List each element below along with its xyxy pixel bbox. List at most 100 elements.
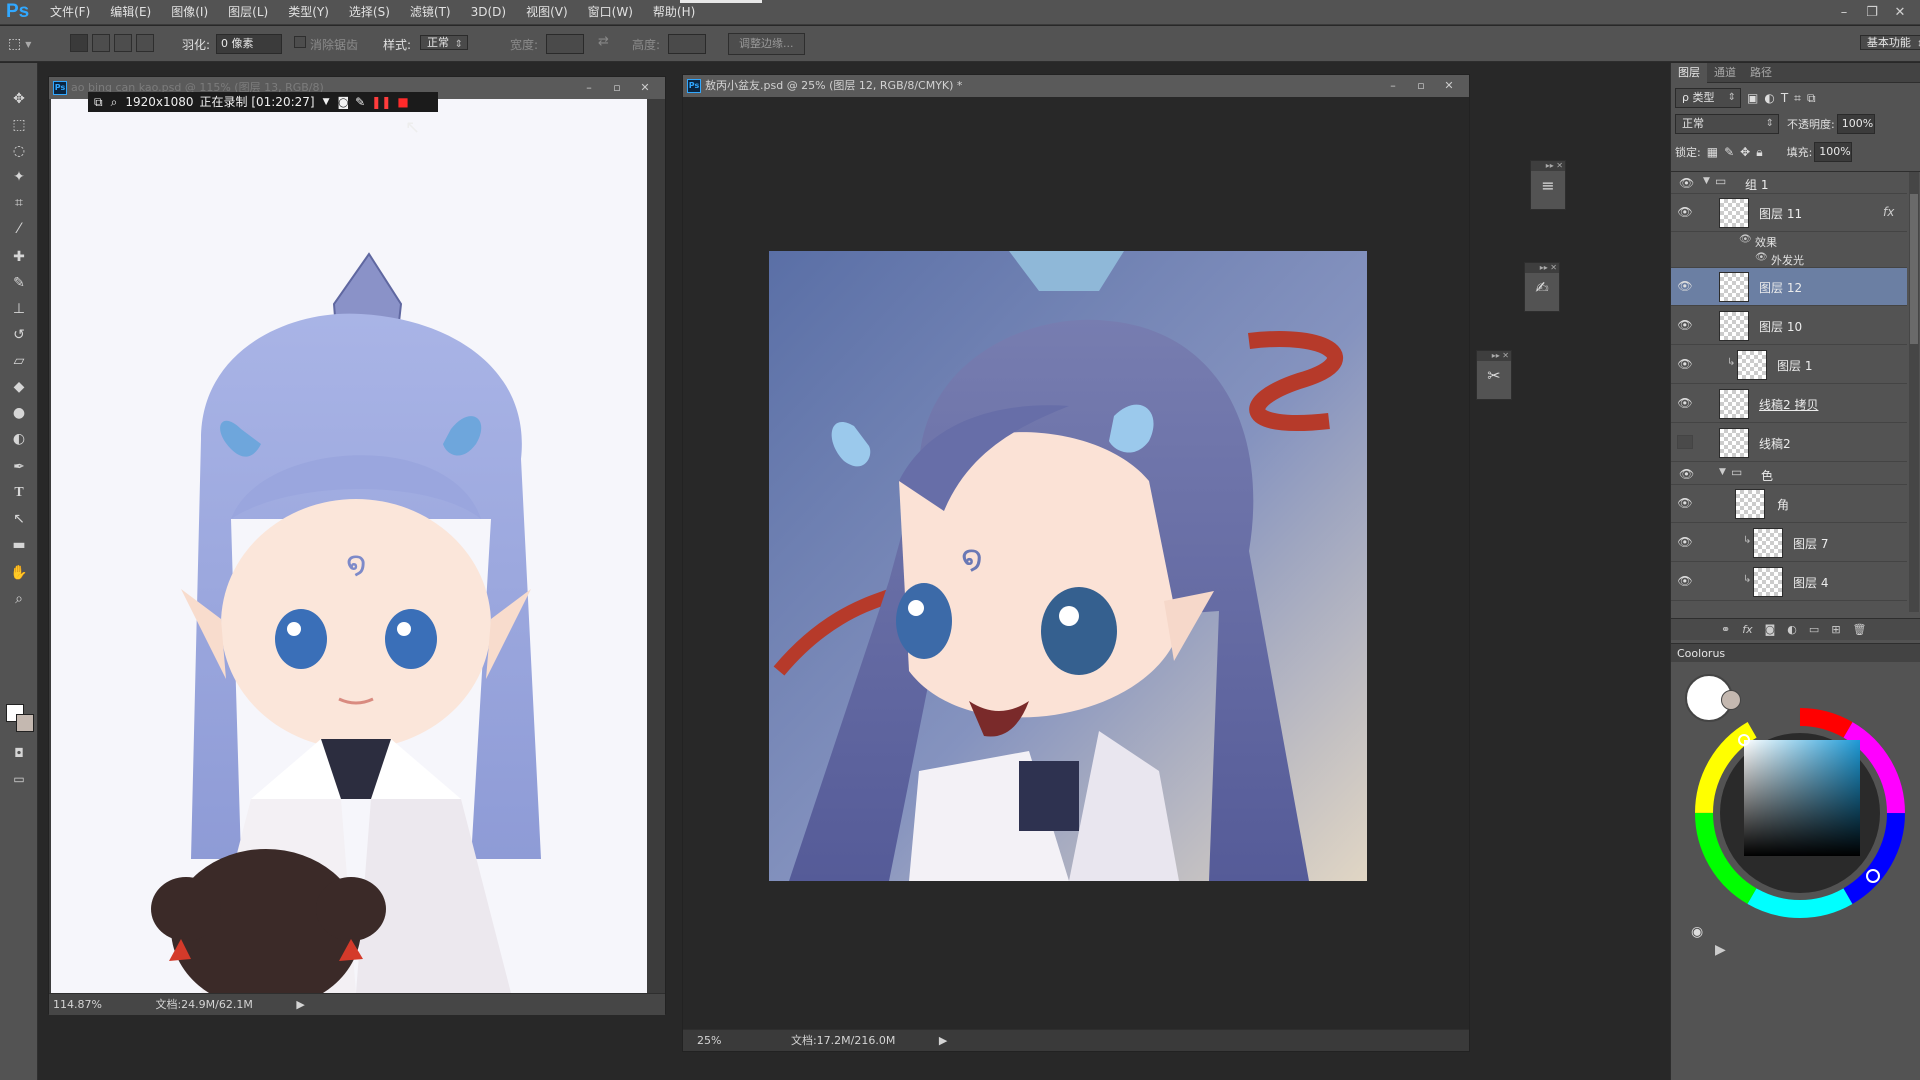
- style-select[interactable]: 正常: [420, 35, 468, 50]
- height-input[interactable]: [668, 34, 706, 54]
- swap-dimensions-icon[interactable]: ⇄: [598, 34, 609, 49]
- menu-window[interactable]: 窗口(W): [578, 0, 643, 25]
- zoom-readout-right[interactable]: 25%: [697, 1034, 721, 1047]
- new-group-icon[interactable]: ▭: [1809, 623, 1819, 636]
- type-icon[interactable]: T: [6, 481, 32, 505]
- history-brush-icon[interactable]: ↺: [6, 323, 32, 347]
- menu-filter[interactable]: 滤镜(T): [400, 0, 461, 25]
- layer-horn[interactable]: 👁︎ 角: [1671, 485, 1907, 523]
- layer-effects-row[interactable]: 👁︎ 效果: [1671, 232, 1907, 250]
- intersect-selection-icon[interactable]: [136, 34, 154, 52]
- add-selection-icon[interactable]: [92, 34, 110, 52]
- dodge-icon[interactable]: ◐: [6, 427, 32, 451]
- doc-close-icon[interactable]: ✕: [631, 77, 659, 99]
- layer-11[interactable]: 👁︎ 图层 11 fx: [1671, 194, 1907, 232]
- eye-icon[interactable]: 👁︎: [1679, 176, 1694, 190]
- recorder-dropdown-icon[interactable]: ▼: [323, 92, 330, 112]
- chevron-down-icon[interactable]: ▼: [1719, 467, 1726, 477]
- new-selection-icon[interactable]: [70, 34, 88, 52]
- outer-glow-row[interactable]: 👁︎ 外发光: [1671, 250, 1907, 268]
- scrollbar-thumb[interactable]: [1910, 194, 1918, 344]
- palette-icon[interactable]: ◉: [1691, 924, 1703, 940]
- zoom-readout-left[interactable]: 114.87%: [53, 998, 102, 1011]
- recorder-window-icon[interactable]: ⧉: [94, 92, 103, 112]
- antialias-checkbox[interactable]: [294, 36, 306, 48]
- marquee-icon[interactable]: ⬚: [6, 113, 32, 137]
- layer-group-color[interactable]: 👁︎ ▼ ▭ 色: [1671, 463, 1907, 485]
- workspace-select[interactable]: 基本功能: [1859, 35, 1920, 50]
- eye-icon[interactable]: 👁︎: [1677, 574, 1693, 588]
- eye-icon[interactable]: 👁︎: [1755, 252, 1768, 263]
- pen-icon[interactable]: ✒: [6, 455, 32, 479]
- close-button[interactable]: ✕: [1886, 2, 1914, 24]
- quick-mask-icon[interactable]: ◘: [6, 741, 32, 765]
- filter-smart-icon[interactable]: ⧉: [1807, 91, 1816, 106]
- lasso-icon[interactable]: ◌: [6, 139, 32, 163]
- healing-brush-icon[interactable]: ✚: [6, 245, 32, 269]
- document-tab-right[interactable]: Ps 敖丙小盆友.psd @ 25% (图层 12, RGB/8/CMYK) *…: [683, 75, 1469, 97]
- path-select-icon[interactable]: ↖: [6, 507, 32, 531]
- brush-presets-icon[interactable]: ✍: [1525, 273, 1559, 303]
- play-icon[interactable]: ▶: [1715, 942, 1726, 958]
- status-arrow-icon[interactable]: ▶: [296, 998, 304, 1011]
- filter-pixel-icon[interactable]: ▣: [1747, 91, 1758, 105]
- eye-icon[interactable]: 👁︎: [1677, 205, 1693, 219]
- minimize-button[interactable]: –: [1830, 2, 1858, 24]
- eye-icon[interactable]: 👁︎: [1677, 357, 1693, 371]
- blend-mode-select[interactable]: 正常: [1675, 114, 1779, 134]
- restore-button[interactable]: ❐: [1858, 2, 1886, 24]
- refine-edge-button[interactable]: 调整边缘...: [728, 33, 805, 55]
- layer-1[interactable]: 👁︎ ↳ 图层 1: [1671, 346, 1907, 384]
- tool-preset-picker[interactable]: ⬚ ▼: [8, 34, 31, 54]
- pause-icon[interactable]: ❚❚: [371, 92, 391, 112]
- menu-view[interactable]: 视图(V): [516, 0, 578, 25]
- feather-input[interactable]: 0 像素: [216, 34, 282, 54]
- eye-icon[interactable]: 👁︎: [1677, 496, 1693, 510]
- magic-wand-icon[interactable]: ✦: [6, 165, 32, 189]
- status-arrow-icon[interactable]: ▶: [939, 1034, 947, 1047]
- menu-help[interactable]: 帮助(H): [643, 0, 705, 25]
- lock-pixels-icon[interactable]: ▦: [1707, 145, 1718, 159]
- hand-icon[interactable]: ✋: [6, 561, 32, 585]
- crop-icon[interactable]: ⌗: [6, 191, 32, 215]
- menu-3d[interactable]: 3D(D): [461, 0, 516, 25]
- lock-paint-icon[interactable]: ✎: [1724, 145, 1734, 159]
- pencil-icon[interactable]: ✎: [355, 92, 365, 112]
- filter-type-icon[interactable]: T: [1781, 91, 1788, 105]
- background-color-swatch[interactable]: [16, 714, 34, 732]
- doc-minimize-icon[interactable]: –: [1379, 75, 1407, 97]
- blur-icon[interactable]: ●: [6, 401, 32, 425]
- trash-icon[interactable]: 🗑︎: [1853, 623, 1867, 636]
- move-icon[interactable]: ✥: [6, 87, 32, 111]
- tab-paths[interactable]: 路径: [1743, 63, 1779, 83]
- layer-lineart-2[interactable]: 线稿2: [1671, 424, 1907, 462]
- doc-close-icon[interactable]: ✕: [1435, 75, 1463, 97]
- eye-icon[interactable]: 👁︎: [1677, 535, 1693, 549]
- mask-icon[interactable]: ◙: [1765, 623, 1776, 636]
- canvas-right[interactable]: ໑: [683, 97, 1469, 1029]
- filter-adjust-icon[interactable]: ◐: [1764, 91, 1774, 105]
- menu-layer[interactable]: 图层(L): [218, 0, 278, 25]
- layer-4[interactable]: 👁︎ ↳ 图层 4: [1671, 563, 1907, 601]
- camera-icon[interactable]: ◙: [338, 92, 350, 112]
- menu-edit[interactable]: 编辑(E): [100, 0, 161, 25]
- layer-10[interactable]: 👁︎ 图层 10: [1671, 307, 1907, 345]
- layer-group-1[interactable]: 👁︎ ▼ ▭ 组 1: [1671, 172, 1907, 194]
- link-icon[interactable]: ⚭: [1721, 623, 1730, 636]
- menu-file[interactable]: 文件(F): [40, 0, 100, 25]
- layers-scrollbar[interactable]: [1909, 172, 1919, 612]
- menu-select[interactable]: 选择(S): [339, 0, 400, 25]
- fx-menu-icon[interactable]: fx: [1742, 623, 1752, 636]
- eye-icon[interactable]: 👁︎: [1677, 318, 1693, 332]
- layer-12[interactable]: 👁︎ 图层 12: [1671, 268, 1907, 306]
- doc-maximize-icon[interactable]: ▫: [603, 77, 631, 99]
- zoom-icon[interactable]: ⌕: [6, 587, 32, 611]
- hidden-visibility-box[interactable]: [1677, 435, 1693, 449]
- filter-shape-icon[interactable]: ⌗: [1794, 91, 1801, 106]
- lock-move-icon[interactable]: ✥: [1740, 145, 1750, 159]
- new-layer-icon[interactable]: ⊞: [1831, 623, 1840, 636]
- eye-icon[interactable]: 👁︎: [1677, 396, 1693, 410]
- shape-icon[interactable]: ▬: [6, 533, 32, 557]
- eye-icon[interactable]: 👁︎: [1677, 279, 1693, 293]
- eye-icon[interactable]: 👁︎: [1679, 467, 1694, 481]
